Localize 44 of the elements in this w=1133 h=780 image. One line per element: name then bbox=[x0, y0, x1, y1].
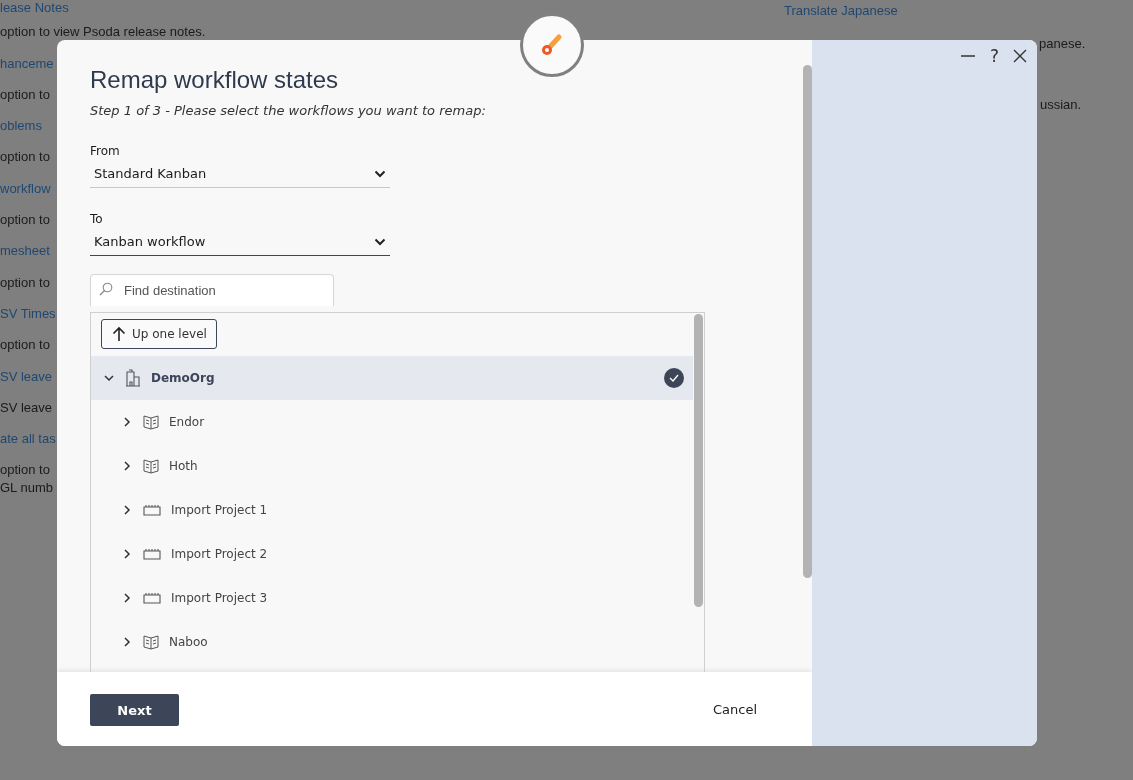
field-label: To bbox=[90, 212, 104, 226]
book-icon bbox=[143, 414, 159, 430]
page-text: panese. bbox=[1039, 36, 1086, 51]
arrow-up-icon bbox=[112, 326, 126, 342]
tree-item[interactable]: Import Project 2 bbox=[91, 532, 693, 576]
step-text: Step 1 of 3 - Please select the workflows you want to remap: bbox=[90, 103, 487, 118]
tree-item[interactable]: DemoOrg bbox=[91, 356, 693, 400]
tree-item[interactable]: Endor bbox=[91, 400, 693, 444]
from-dropdown[interactable]: Standard Kanban bbox=[90, 160, 390, 188]
scrollbar[interactable] bbox=[694, 314, 703, 607]
field-label: From bbox=[90, 144, 121, 158]
cancel-button[interactable]: Cancel bbox=[712, 701, 757, 717]
page-text: option to view Psoda release notes. bbox=[0, 24, 206, 41]
scrollbar[interactable] bbox=[803, 65, 812, 578]
page-text: option to bbox=[0, 462, 50, 479]
page-text: SV leave bbox=[0, 399, 53, 416]
card-icon bbox=[143, 548, 161, 560]
page-text: option to bbox=[0, 149, 50, 166]
to-dropdown[interactable]: Kanban workflow bbox=[90, 228, 390, 256]
card-icon bbox=[143, 592, 161, 604]
dialog-title: Remap workflow states bbox=[90, 66, 340, 94]
page-text: option to bbox=[0, 86, 50, 103]
page-text: ussian. bbox=[1040, 97, 1082, 112]
card-icon bbox=[143, 504, 161, 516]
chevron-down-icon bbox=[374, 237, 386, 246]
tree-item[interactable]: Naboo bbox=[91, 620, 693, 664]
chevron-down-icon bbox=[374, 169, 386, 178]
page-text: option to bbox=[0, 337, 50, 354]
help-button[interactable]: ? bbox=[989, 46, 999, 66]
book-icon bbox=[143, 458, 159, 474]
page-text: option to bbox=[0, 212, 50, 229]
page-text: GL numb bbox=[0, 480, 53, 497]
up-one-level-button[interactable]: Up one level bbox=[101, 319, 217, 349]
close-icon[interactable] bbox=[1013, 49, 1027, 63]
checkmark-icon bbox=[664, 368, 684, 388]
search-field[interactable]: Find destination bbox=[90, 274, 334, 306]
next-button[interactable]: Next bbox=[90, 694, 179, 726]
tree-item[interactable]: Import Project 1 bbox=[91, 488, 693, 532]
tree-item[interactable]: Hoth bbox=[91, 444, 693, 488]
search-icon bbox=[99, 282, 113, 296]
page-text: option to bbox=[0, 274, 50, 291]
tree-item[interactable]: Import Project 3 bbox=[91, 576, 693, 620]
building-icon bbox=[125, 369, 141, 387]
book-icon bbox=[143, 634, 159, 650]
